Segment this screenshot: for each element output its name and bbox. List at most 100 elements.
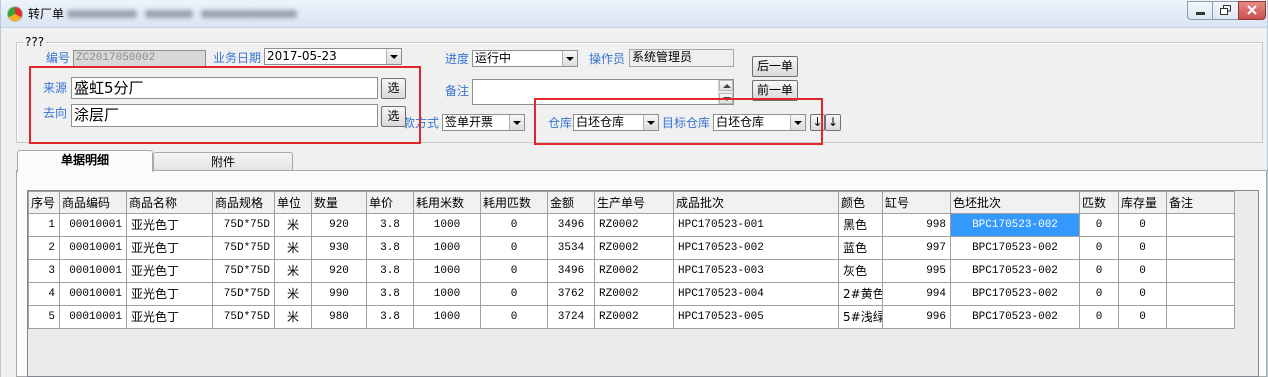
table-cell[interactable]: 4 — [28, 282, 60, 306]
table-cell[interactable]: 0 — [1118, 213, 1167, 237]
table-cell[interactable]: BPC170523-002 — [950, 213, 1080, 237]
table-cell[interactable]: 990 — [311, 282, 367, 306]
table-cell[interactable]: 75D*75D — [212, 305, 275, 329]
scroll-up-button[interactable] — [719, 80, 733, 91]
table-cell[interactable]: 3.8 — [366, 282, 414, 306]
table-cell[interactable] — [1166, 305, 1235, 329]
progress-select[interactable]: 运行中 — [472, 50, 578, 67]
restore-button[interactable] — [1212, 1, 1239, 20]
down-arrow-button[interactable]: ↓ — [825, 114, 841, 131]
table-cell[interactable]: 0 — [480, 282, 548, 306]
table-cell[interactable]: 0 — [1118, 236, 1167, 260]
table-cell[interactable]: 00010001 — [59, 259, 127, 283]
table-cell[interactable]: 0 — [1079, 305, 1119, 329]
table-cell[interactable]: 1000 — [413, 305, 481, 329]
table-cell[interactable]: 930 — [311, 236, 367, 260]
table-cell[interactable]: 997 — [882, 236, 951, 260]
grid-header-cell[interactable]: 耗用匹数 — [480, 191, 548, 214]
table-cell[interactable]: 1000 — [413, 213, 481, 237]
table-cell[interactable]: 0 — [480, 213, 548, 237]
table-cell[interactable]: 994 — [882, 282, 951, 306]
table-cell[interactable]: 3 — [28, 259, 60, 283]
table-cell[interactable]: 3.8 — [366, 305, 414, 329]
table-cell[interactable]: 亚光色丁 — [126, 259, 213, 283]
table-cell[interactable]: 亚光色丁 — [126, 305, 213, 329]
grid-header-cell[interactable]: 库存量 — [1118, 191, 1167, 214]
table-cell[interactable]: 0 — [1079, 259, 1119, 283]
table-cell[interactable]: 0 — [1118, 282, 1167, 306]
table-cell[interactable]: 3762 — [547, 282, 595, 306]
table-cell[interactable]: 0 — [1079, 213, 1119, 237]
table-cell[interactable]: 996 — [882, 305, 951, 329]
table-cell[interactable]: HPC170523-003 — [673, 259, 839, 283]
table-cell[interactable]: 米 — [274, 305, 312, 329]
close-button[interactable] — [1238, 1, 1266, 20]
table-cell[interactable]: 75D*75D — [212, 282, 275, 306]
grid-header-cell[interactable]: 生产单号 — [594, 191, 674, 214]
business-date-picker[interactable]: 2017-05-23 — [264, 48, 402, 65]
table-cell[interactable]: 5 — [28, 305, 60, 329]
next-order-button[interactable]: 后一单 — [752, 56, 798, 77]
warehouse-select[interactable]: 白坯仓库 — [573, 114, 659, 131]
table-cell[interactable]: 3.8 — [366, 259, 414, 283]
table-cell[interactable]: 2#黄色 — [838, 282, 883, 306]
table-cell[interactable]: 00010001 — [59, 305, 127, 329]
table-cell[interactable]: HPC170523-001 — [673, 213, 839, 237]
table-cell[interactable]: 3.8 — [366, 236, 414, 260]
tab-document-details[interactable]: 单据明细 — [17, 150, 153, 172]
table-cell[interactable]: 995 — [882, 259, 951, 283]
destination-pick-button[interactable]: 选 — [381, 106, 406, 127]
table-cell[interactable]: HPC170523-002 — [673, 236, 839, 260]
table-cell[interactable]: BPC170523-002 — [950, 305, 1080, 329]
table-cell[interactable]: HPC170523-004 — [673, 282, 839, 306]
grid-header-cell[interactable]: 序号 — [28, 191, 60, 214]
title-bar[interactable]: 转厂单 — [1, 0, 1267, 28]
table-cell[interactable]: 米 — [274, 213, 312, 237]
table-row[interactable]: 1 00010001 亚光色丁 75D*75D 米 920 3.8 1000 0 3496 RZ00… — [28, 213, 1235, 237]
table-row[interactable]: 4 00010001 亚光色丁 75D*75D 米 990 3.8 1000 0 3762 RZ00… — [28, 282, 1235, 306]
down-arrow-button[interactable]: ↓ — [810, 114, 825, 131]
remark-scrollbar[interactable] — [718, 80, 733, 104]
dropdown-button[interactable] — [643, 115, 658, 130]
grid-header-cell[interactable]: 金额 — [547, 191, 595, 214]
table-cell[interactable]: 5#浅绿 — [838, 305, 883, 329]
detail-grid[interactable]: 序号 商品编码 商品名称 商品规格 单位 数量 单价 耗用米数 耗用匹数 金额 生产单号 成品批次 颜色… — [27, 190, 1259, 377]
table-row[interactable]: 2 00010001 亚光色丁 75D*75D 米 930 3.8 1000 0 3534 RZ00… — [28, 236, 1235, 260]
table-cell[interactable]: 3724 — [547, 305, 595, 329]
table-cell[interactable]: 980 — [311, 305, 367, 329]
dropdown-button[interactable] — [562, 51, 577, 66]
table-cell[interactable]: 灰色 — [838, 259, 883, 283]
minimize-button[interactable] — [1187, 1, 1213, 20]
table-cell[interactable]: 920 — [311, 259, 367, 283]
table-cell[interactable]: RZ0002 — [594, 282, 674, 306]
table-cell[interactable]: 1 — [28, 213, 60, 237]
table-cell[interactable]: 米 — [274, 236, 312, 260]
grid-header-cell[interactable]: 商品编码 — [59, 191, 127, 214]
dropdown-button[interactable] — [386, 49, 401, 64]
table-cell[interactable]: BPC170523-002 — [950, 236, 1080, 260]
table-cell[interactable]: 3496 — [547, 259, 595, 283]
operator-field[interactable]: 系统管理员 — [629, 49, 734, 67]
source-pick-button[interactable]: 选 — [381, 78, 406, 99]
previous-order-button[interactable]: 前一单 — [752, 80, 798, 101]
table-cell[interactable]: 1000 — [413, 282, 481, 306]
table-cell[interactable]: 0 — [480, 236, 548, 260]
table-cell[interactable]: 3496 — [547, 213, 595, 237]
table-cell[interactable]: 920 — [311, 213, 367, 237]
grid-header-cell[interactable]: 色坯批次 — [950, 191, 1080, 214]
table-cell[interactable]: 3534 — [547, 236, 595, 260]
table-cell[interactable]: 0 — [1079, 282, 1119, 306]
table-cell[interactable]: 00010001 — [59, 282, 127, 306]
dropdown-button[interactable] — [509, 115, 524, 130]
table-cell[interactable]: 1000 — [413, 259, 481, 283]
payment-method-select[interactable]: 签单开票 — [442, 114, 525, 131]
table-cell[interactable]: 0 — [1118, 305, 1167, 329]
source-field[interactable]: 盛虹5分厂 — [71, 77, 378, 99]
table-cell[interactable]: 0 — [1079, 236, 1119, 260]
tab-attachments[interactable]: 附件 — [153, 152, 293, 171]
table-cell[interactable] — [1166, 259, 1235, 283]
code-field[interactable]: ZC2017050002 — [73, 50, 206, 67]
table-cell[interactable]: 亚光色丁 — [126, 282, 213, 306]
table-cell[interactable]: 米 — [274, 282, 312, 306]
table-cell[interactable]: 米 — [274, 259, 312, 283]
